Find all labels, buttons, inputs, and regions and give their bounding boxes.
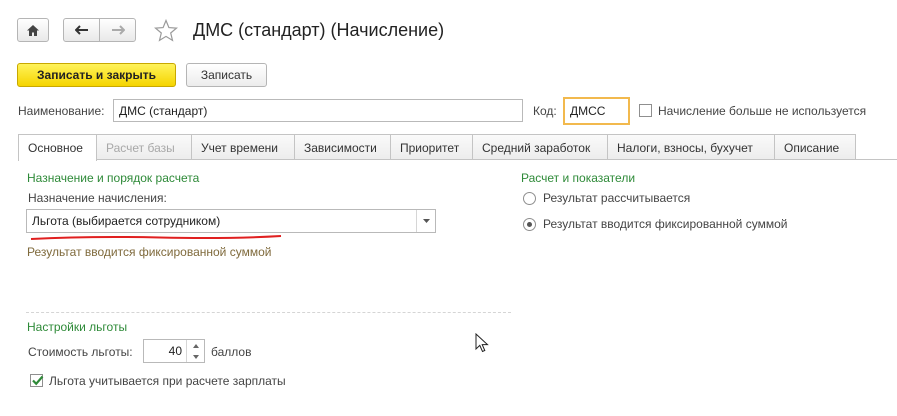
chevron-down-icon[interactable] (416, 210, 435, 232)
purpose-group-title: Назначение и порядок расчета (27, 171, 200, 185)
name-label: Наименование: (18, 104, 105, 118)
red-underline-annotation (30, 231, 282, 240)
tab-main[interactable]: Основное (18, 134, 97, 161)
name-input[interactable]: ДМС (стандарт) (113, 99, 523, 122)
chevron-down-icon[interactable] (187, 351, 204, 362)
purpose-select[interactable]: Льгота (выбирается сотрудником) (26, 209, 436, 233)
section-divider (26, 312, 511, 313)
back-button[interactable] (63, 18, 100, 42)
payroll-checkbox[interactable] (30, 374, 44, 390)
tab-priority[interactable]: Приоритет (390, 134, 473, 160)
stepper-arrows[interactable] (186, 340, 204, 362)
results-group-title: Расчет и показатели (521, 171, 636, 185)
tab-description[interactable]: Описание (774, 134, 856, 160)
purpose-label: Назначение начисления: (28, 191, 167, 205)
cost-value: 40 (168, 344, 182, 358)
radio-result-fixed-label: Результат вводится фиксированной суммой (543, 217, 788, 231)
home-button[interactable] (17, 18, 49, 42)
cost-label: Стоимость льготы: (28, 345, 133, 359)
forward-button[interactable] (99, 18, 136, 42)
tab-divider (18, 159, 897, 160)
tab-average-earnings[interactable]: Средний заработок (472, 134, 608, 160)
cost-stepper[interactable]: 40 (143, 339, 205, 363)
radio-result-calculated[interactable] (523, 192, 536, 205)
save-button[interactable]: Записать (186, 63, 267, 87)
radio-result-calculated-label: Результат рассчитывается (543, 191, 691, 205)
arrow-left-icon (74, 25, 89, 35)
tab-base-calculation[interactable]: Расчет базы (96, 134, 192, 160)
chevron-up-icon[interactable] (187, 340, 204, 351)
home-icon (26, 24, 40, 37)
cost-unit: баллов (211, 345, 252, 359)
tab-dependencies[interactable]: Зависимости (294, 134, 391, 160)
star-icon[interactable] (153, 18, 179, 45)
mouse-cursor-icon (475, 332, 489, 356)
code-input[interactable]: ДМСС (563, 97, 630, 125)
unused-checkbox[interactable] (639, 104, 652, 117)
unused-label: Начисление больше не используется (658, 104, 867, 118)
page-title: ДМС (стандарт) (Начисление) (193, 20, 445, 40)
checkmark-icon (31, 374, 44, 390)
purpose-select-value: Льгота (выбирается сотрудником) (32, 214, 221, 228)
tab-time-accounting[interactable]: Учет времени (191, 134, 295, 160)
result-hint: Результат вводится фиксированной суммой (27, 245, 272, 259)
payroll-label: Льгота учитывается при расчете зарплаты (49, 374, 286, 388)
tab-taxes[interactable]: Налоги, взносы, бухучет (607, 134, 775, 160)
save-and-close-button[interactable]: Записать и закрыть (17, 63, 176, 87)
code-label: Код: (533, 104, 557, 118)
radio-result-fixed[interactable] (523, 218, 536, 231)
arrow-right-icon (111, 25, 125, 35)
radio-selected-dot (527, 222, 532, 227)
benefit-group-title: Настройки льготы (27, 320, 128, 334)
tab-bar: Основное Расчет базы Учет времени Зависи… (18, 134, 856, 161)
